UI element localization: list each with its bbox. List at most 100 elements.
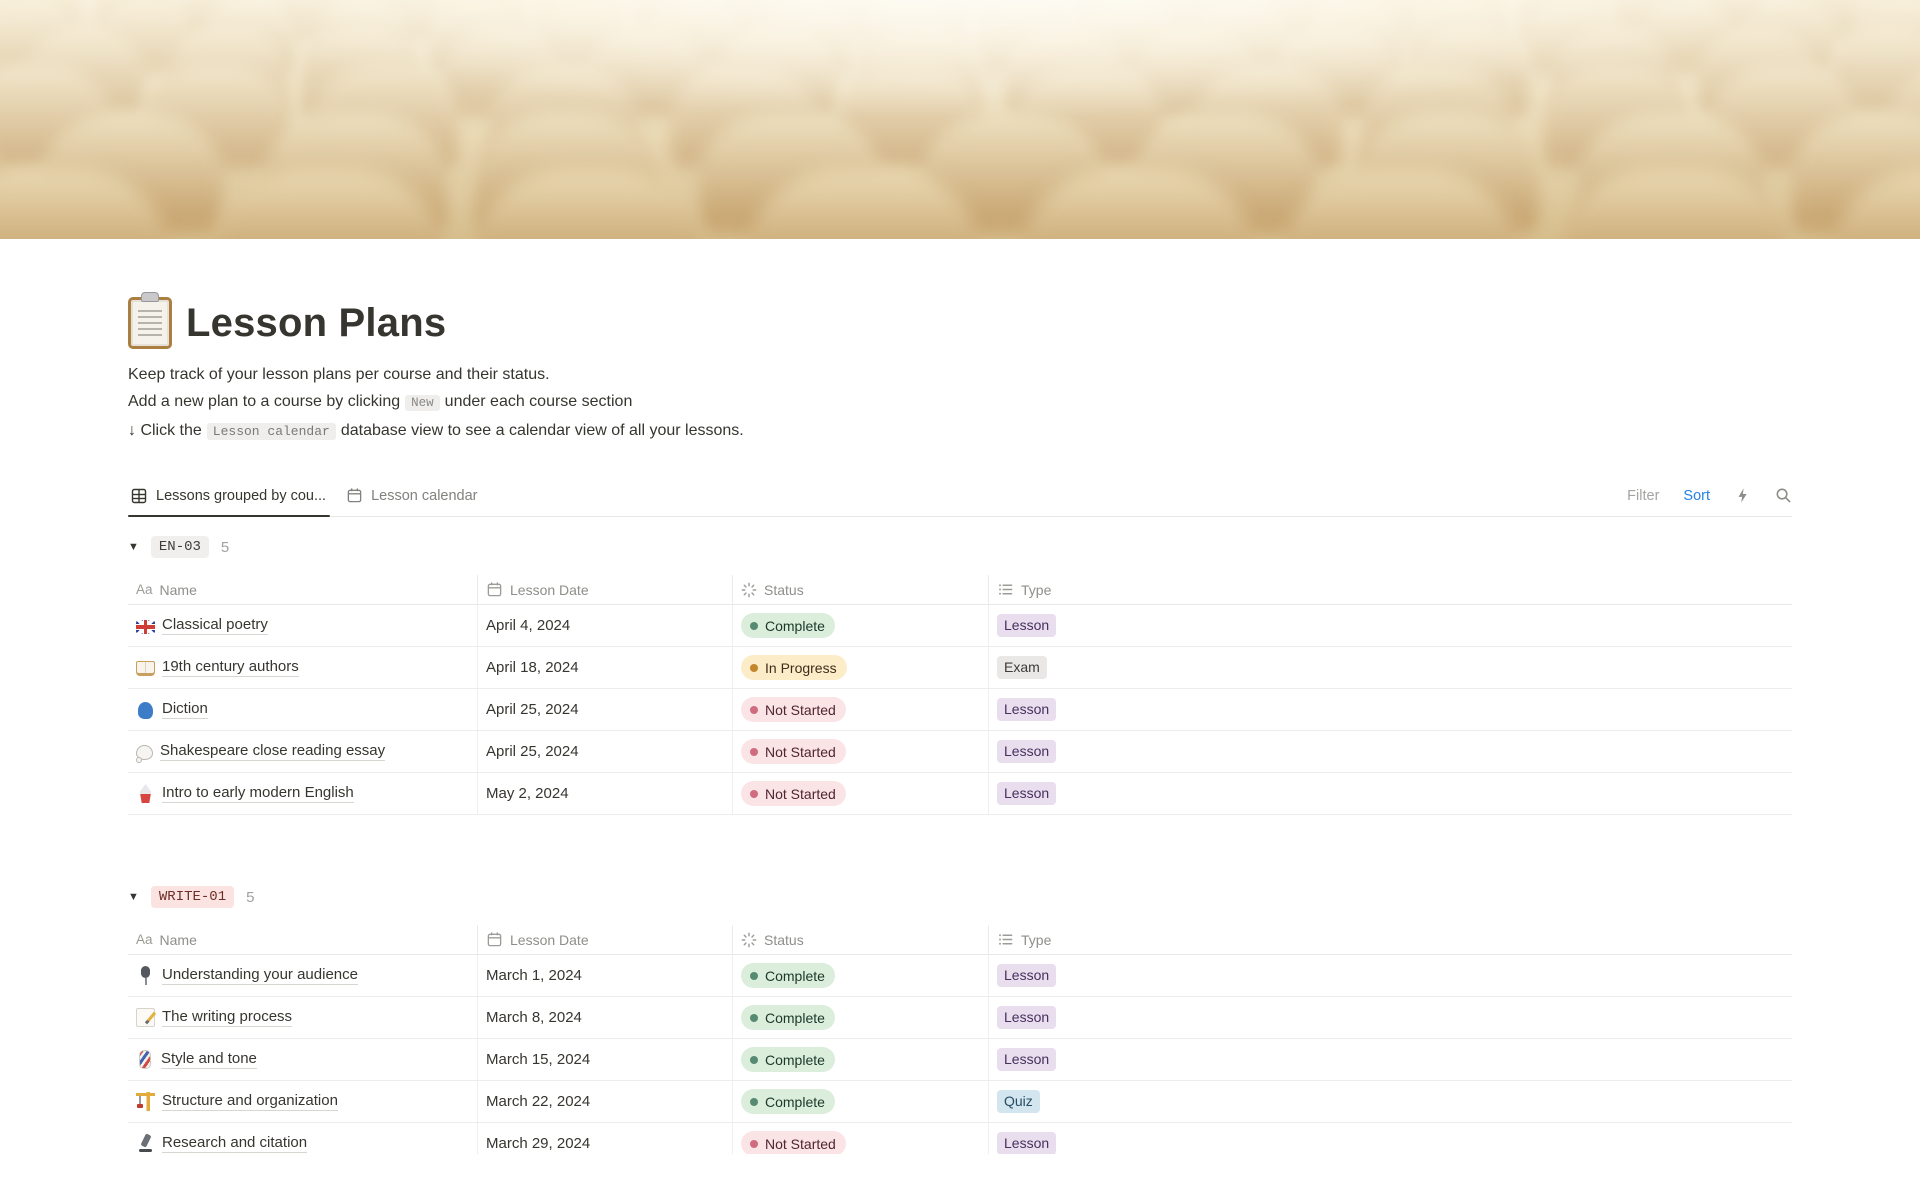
lesson-title-link[interactable]: Structure and organization [162,1092,338,1111]
tab-lesson-calendar[interactable]: Lesson calendar [344,475,487,516]
lesson-title-link[interactable]: Classical poetry [162,616,268,635]
calendar-icon [486,931,503,948]
barber-pole-emoji-icon [139,1050,151,1069]
page-title: Lesson Plans [186,300,447,345]
status-badge[interactable]: Complete [741,613,835,638]
microscope-emoji-icon [136,1134,155,1153]
page-body: Lesson Plans Keep track of your lesson p… [128,239,1792,1165]
table-header-row: Aa Name Lesson Date Status Type [128,925,1792,955]
status-badge[interactable]: In Progress [741,655,847,680]
column-header-type[interactable]: Type [989,925,1792,954]
status-label: Not Started [765,743,836,760]
type-badge[interactable]: Exam [997,656,1047,679]
column-header-type[interactable]: Type [989,575,1792,604]
type-cell: Lesson [989,773,1792,814]
type-badge[interactable]: Lesson [997,1132,1057,1155]
column-header-name[interactable]: Aa Name [128,925,478,954]
column-header-lesson-date[interactable]: Lesson Date [478,575,733,604]
lesson-title-link[interactable]: Style and tone [161,1050,257,1069]
name-cell: 19th century authors [128,647,478,688]
status-cell: Complete [733,997,989,1038]
status-badge[interactable]: Complete [741,1047,835,1072]
lesson-date: March 8, 2024 [486,1009,582,1026]
status-badge[interactable]: Not Started [741,781,846,806]
status-badge[interactable]: Complete [741,963,835,988]
tab-lessons-grouped-by-cou[interactable]: Lessons grouped by cou... [128,475,336,517]
text-icon: Aa [136,582,153,597]
status-cell: Not Started [733,773,989,814]
status-cell: Complete [733,955,989,996]
lesson-date: March 29, 2024 [486,1135,591,1152]
group-tag[interactable]: EN-03 [150,536,209,558]
table-row: Understanding your audience March 1, 2024… [128,955,1792,997]
thought-balloon-emoji-icon [136,744,153,763]
status-icon [741,932,757,948]
column-header-status[interactable]: Status [733,575,989,604]
group-tag[interactable]: WRITE-01 [150,886,235,908]
table-row: Classical poetry April 4, 2024 Complete Les… [128,605,1792,647]
lesson-date-cell[interactable]: March 1, 2024 [478,955,733,996]
status-badge[interactable]: Not Started [741,739,846,764]
status-label: Complete [765,967,825,984]
name-cell: Diction [128,689,478,730]
search-icon[interactable] [1775,487,1792,504]
sort-button[interactable]: Sort [1683,488,1710,504]
lesson-title-link[interactable]: The writing process [162,1008,293,1027]
status-badge[interactable]: Not Started [741,697,846,722]
type-badge[interactable]: Quiz [997,1090,1040,1113]
lesson-date-cell[interactable]: April 25, 2024 [478,689,733,730]
calendar-icon [346,487,363,504]
type-badge[interactable]: Lesson [997,1006,1057,1029]
table-header-row: Aa Name Lesson Date Status Type [128,575,1792,605]
column-header-name[interactable]: Aa Name [128,575,478,604]
type-badge[interactable]: Lesson [997,698,1057,721]
status-badge[interactable]: Complete [741,1005,835,1030]
lesson-date-cell[interactable]: March 22, 2024 [478,1081,733,1122]
lesson-calendar-chip: Lesson calendar [206,423,336,440]
group-toggle-icon[interactable]: ▼ [128,891,139,903]
bolt-icon[interactable] [1734,487,1751,504]
lesson-title-link[interactable]: Research and citation [162,1134,308,1153]
lesson-title-link[interactable]: Intro to early modern English [162,784,354,803]
lesson-date-cell[interactable]: March 15, 2024 [478,1039,733,1080]
lesson-title-link[interactable]: Diction [162,700,208,719]
lesson-date-cell[interactable]: March 8, 2024 [478,997,733,1038]
viewport-cutoff [0,1154,1920,1199]
status-cell: Complete [733,605,989,646]
type-badge[interactable]: Lesson [997,782,1057,805]
lesson-date-cell[interactable]: April 25, 2024 [478,731,733,772]
group-toggle-icon[interactable]: ▼ [128,541,139,553]
lesson-title-link[interactable]: Understanding your audience [162,966,358,985]
group-header: ▼ EN-03 5 [128,531,1792,563]
table-row: Structure and organization March 22, 2024… [128,1081,1792,1123]
lesson-title-link[interactable]: Shakespeare close reading essay [160,742,386,761]
group-count: 5 [246,888,255,906]
status-badge[interactable]: Complete [741,1089,835,1114]
type-cell: Lesson [989,689,1792,730]
lesson-title-link[interactable]: 19th century authors [162,658,299,677]
new-chip: New [405,395,440,411]
lesson-date: April 25, 2024 [486,743,579,760]
status-badge[interactable]: Not Started [741,1131,846,1156]
type-badge[interactable]: Lesson [997,964,1057,987]
type-badge[interactable]: Lesson [997,740,1057,763]
status-label: Not Started [765,1135,836,1152]
type-cell: Exam [989,647,1792,688]
column-header-lesson-date[interactable]: Lesson Date [478,925,733,954]
status-label: Not Started [765,785,836,802]
filter-button[interactable]: Filter [1627,488,1659,504]
cover-image [0,0,1920,239]
lesson-date-cell[interactable]: May 2, 2024 [478,773,733,814]
column-header-status[interactable]: Status [733,925,989,954]
status-label: Complete [765,1051,825,1068]
type-badge[interactable]: Lesson [997,1048,1057,1071]
name-cell: Style and tone [128,1039,478,1080]
status-dot-icon [750,789,758,798]
list-icon [997,931,1014,948]
lesson-date-cell[interactable]: April 4, 2024 [478,605,733,646]
lesson-date-cell[interactable]: April 18, 2024 [478,647,733,688]
type-cell: Lesson [989,605,1792,646]
type-badge[interactable]: Lesson [997,614,1057,637]
view-tab-bar: Lessons grouped by cou... Lesson calendar… [128,475,1792,517]
page-description: Keep track of your lesson plans per cour… [128,361,1792,445]
